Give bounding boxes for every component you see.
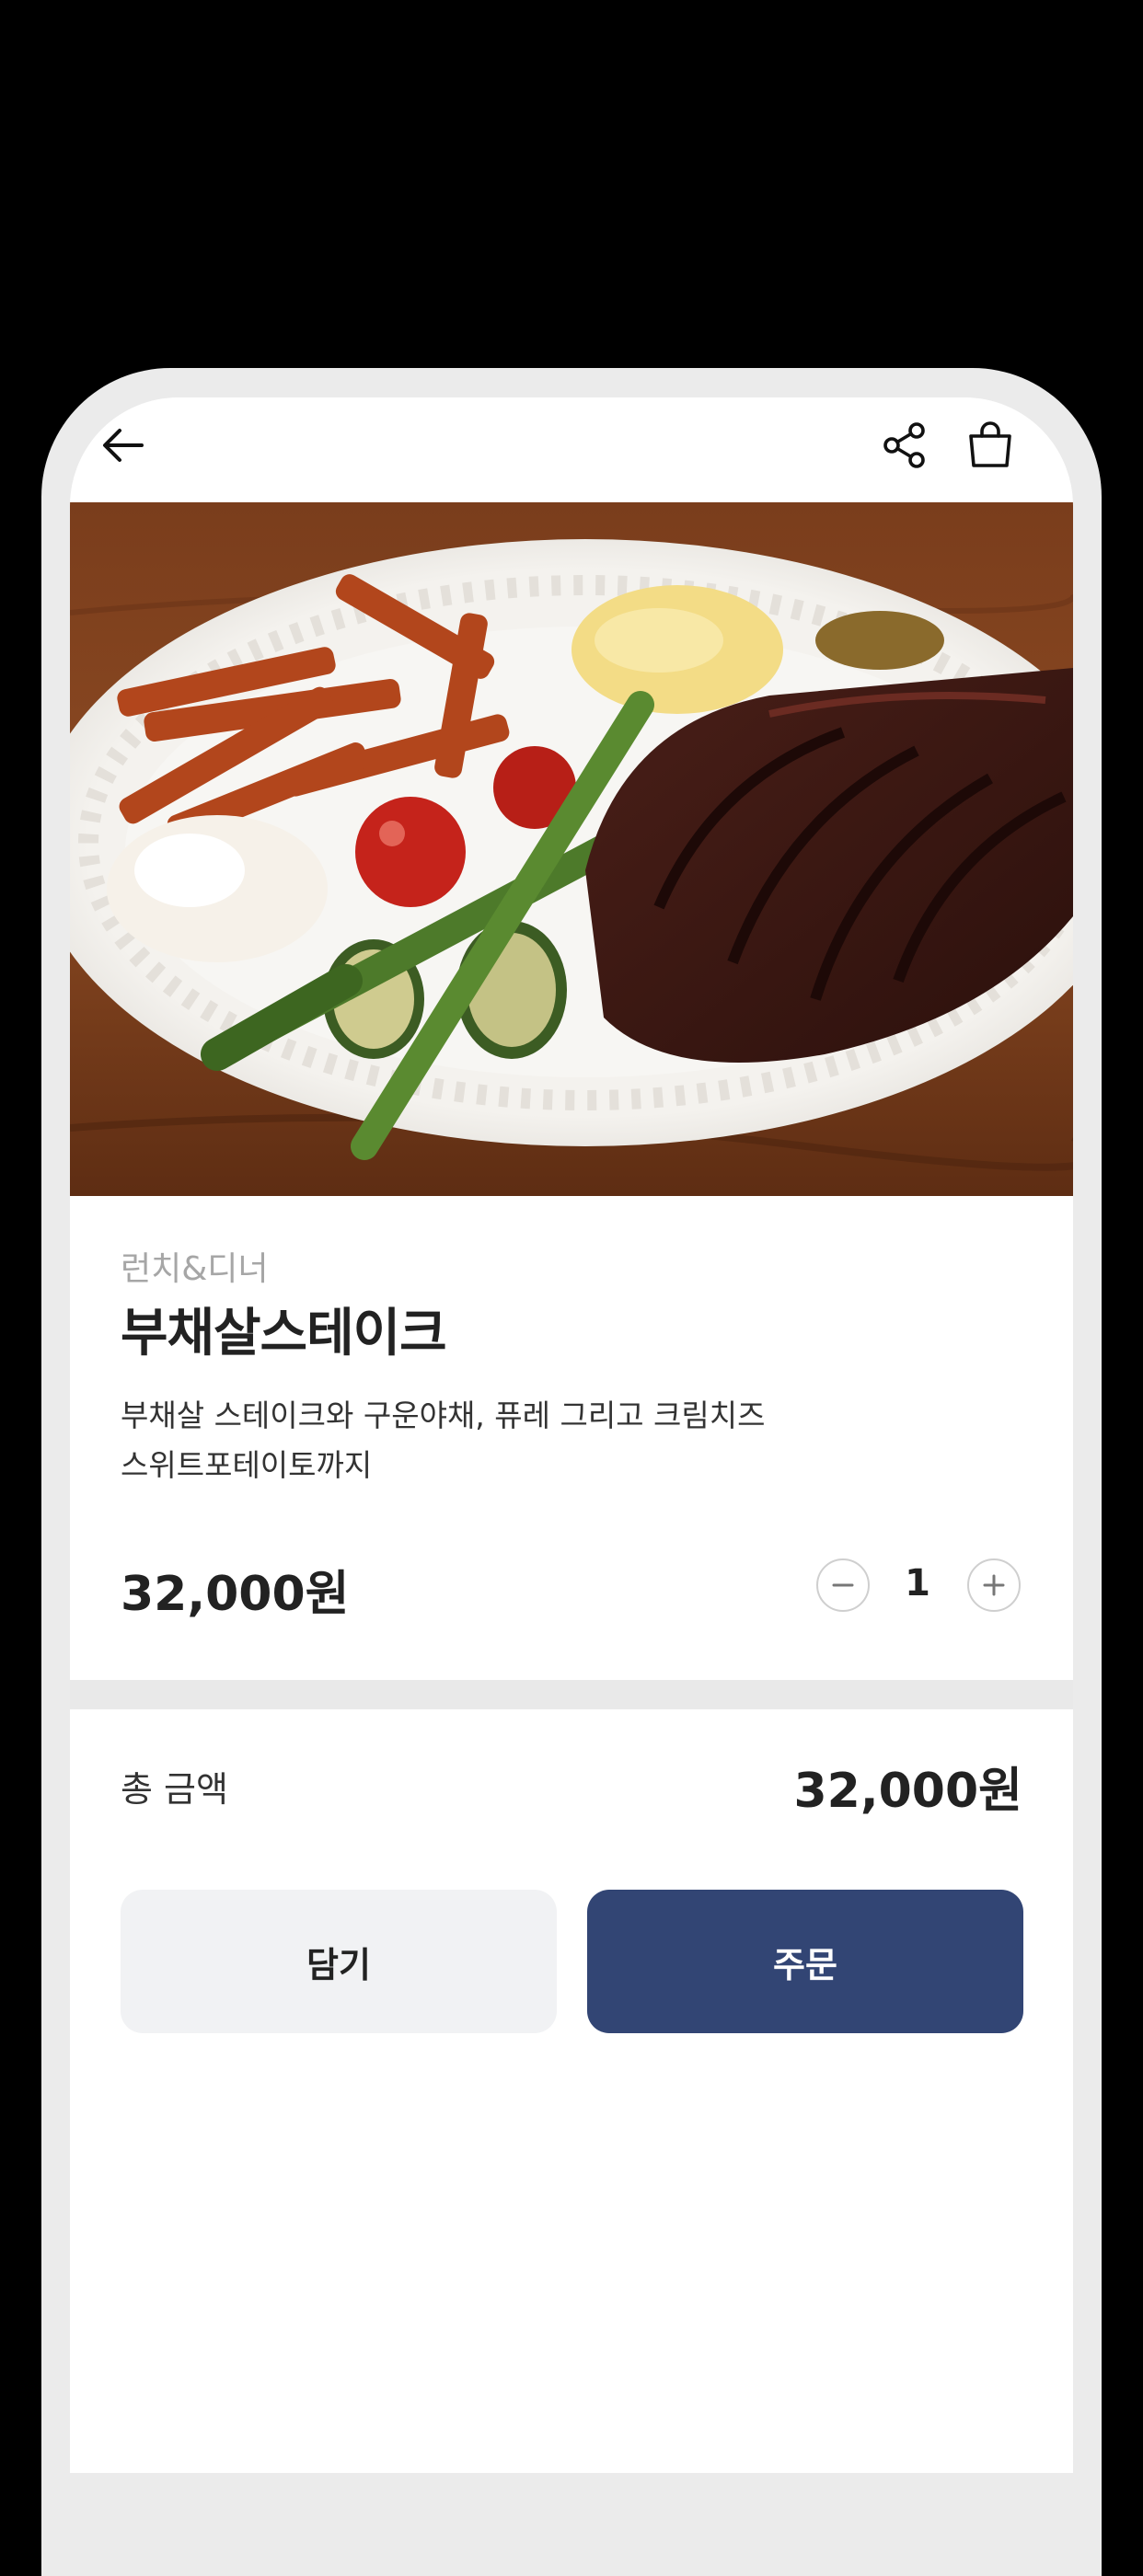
product-description: 부채살 스테이크와 구운야채, 퓨레 그리고 크림치즈 스위트포테이토까지: [121, 1391, 875, 1490]
cart-button[interactable]: [957, 412, 1023, 478]
increase-quantity-button[interactable]: [967, 1558, 1021, 1612]
steak-plate-photo: [70, 502, 1073, 1196]
plus-icon: [983, 1574, 1005, 1596]
price-row: 32,000원 1: [121, 1549, 1022, 1623]
decrease-quantity-button[interactable]: [816, 1558, 870, 1612]
total-label: 총 금액: [121, 1769, 228, 1810]
product-category: 런치&디너: [121, 1250, 269, 1288]
description-line: 부채살 스테이크와 구운야채, 퓨레 그리고 크림치즈: [121, 1397, 766, 1433]
product-image: [70, 502, 1073, 1196]
arrow-left-icon: [103, 429, 144, 462]
app-screen: 런치&디너 부채살스테이크 부채살 스테이크와 구운야채, 퓨레 그리고 크림치…: [70, 397, 1073, 2473]
share-button[interactable]: [872, 412, 939, 478]
back-button[interactable]: [90, 412, 156, 478]
shopping-bag-icon: [969, 421, 1011, 467]
add-to-cart-button[interactable]: 담기: [121, 1890, 557, 2033]
minus-icon: [832, 1583, 854, 1587]
quantity-stepper: 1: [816, 1558, 1022, 1614]
total-amount: 32,000원: [793, 1764, 1022, 1819]
unit-price: 32,000원: [121, 1567, 350, 1622]
description-line: 스위트포테이토까지: [121, 1447, 373, 1483]
quantity-value: 1: [905, 1562, 930, 1604]
top-app-bar: [70, 397, 1073, 502]
share-icon: [883, 422, 925, 468]
section-divider: [70, 1680, 1073, 1709]
product-name: 부채살스테이크: [121, 1304, 447, 1363]
order-button[interactable]: 주문: [587, 1890, 1023, 2033]
